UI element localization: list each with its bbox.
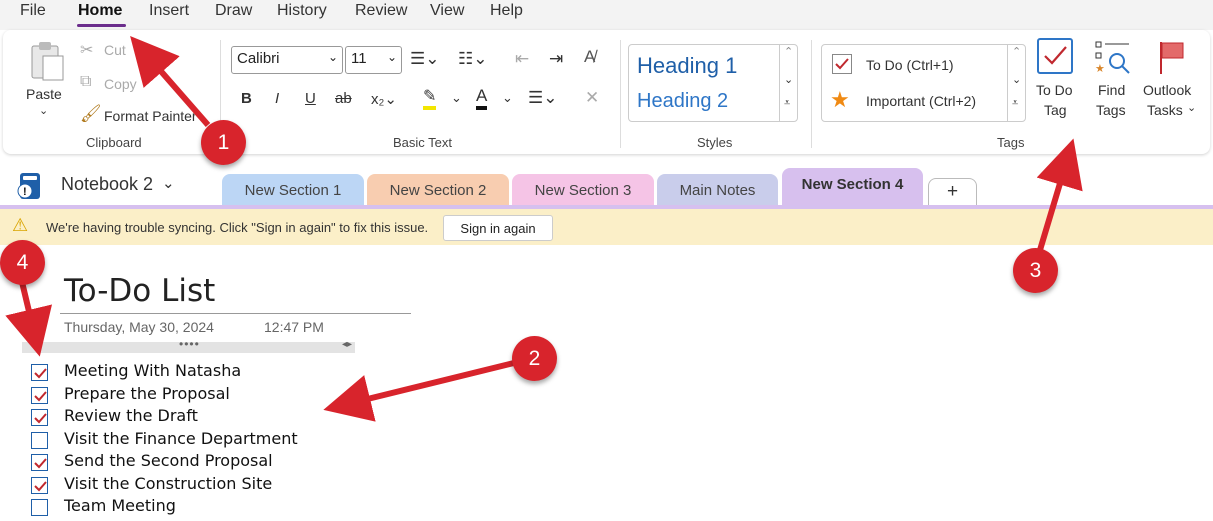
annotation-badge-4: 4 [0,240,45,285]
arrow-1 [130,35,211,127]
annotation-badge-1: 1 [201,120,246,165]
arrow-4 [5,281,53,357]
annotation-badge-3: 3 [1013,248,1058,293]
arrow-2 [323,359,519,422]
annotation-badge-2: 2 [512,336,557,381]
arrow-3 [1036,138,1083,251]
onenote-window: File Home Insert Draw History Review Vie… [0,0,1213,521]
